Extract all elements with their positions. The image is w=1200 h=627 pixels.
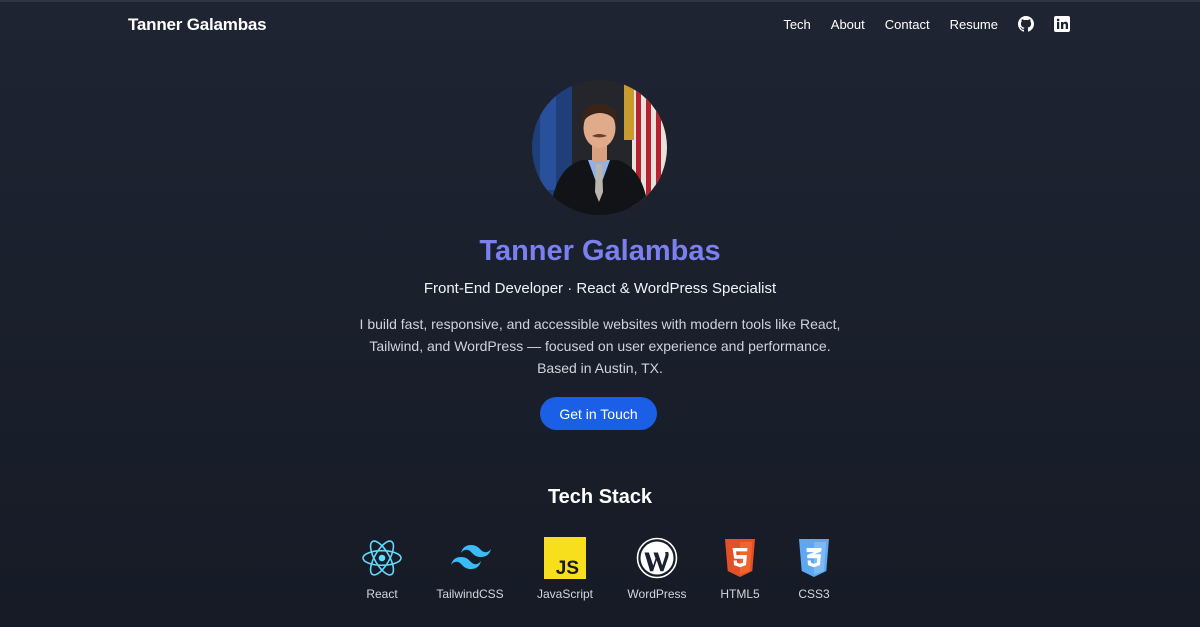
hero-tagline: Front-End Developer · React & WordPress … <box>423 280 777 297</box>
css3-icon <box>793 537 835 579</box>
nav-links: Tech About Contact Resume <box>783 16 1070 32</box>
nav-link-tech[interactable]: Tech <box>783 17 810 32</box>
tech-label: TailwindCSS <box>436 587 504 601</box>
get-in-touch-button[interactable]: Get in Touch <box>540 397 657 430</box>
html5-icon <box>719 537 761 579</box>
hero-name: Tanner Galambas <box>479 235 721 267</box>
top-navbar: Tanner Galambas Tech About Contact Resum… <box>0 0 1200 52</box>
react-icon <box>361 537 403 579</box>
tech-item-tailwindcss: TailwindCSS <box>425 537 515 601</box>
nav-link-contact[interactable]: Contact <box>885 17 930 32</box>
tech-label: HTML5 <box>720 587 760 601</box>
tech-label: JavaScript <box>536 587 594 601</box>
tech-item-wordpress: WordPress <box>612 537 702 601</box>
tech-item-react: React <box>337 537 427 601</box>
github-icon[interactable] <box>1018 16 1034 32</box>
tech-label: React <box>366 587 398 601</box>
nav-link-resume[interactable]: Resume <box>950 17 998 32</box>
tech-label: CSS3 <box>798 587 830 601</box>
wordpress-icon <box>636 537 678 579</box>
tailwind-icon <box>449 537 491 579</box>
tech-stack-list: React TailwindCSS JS JavaScript WordPres… <box>0 537 1200 607</box>
site-brand[interactable]: Tanner Galambas <box>128 15 267 35</box>
hero-description: I build fast, responsive, and accessible… <box>359 316 841 376</box>
tech-stack-heading: Tech Stack <box>547 486 653 508</box>
linkedin-icon[interactable] <box>1054 16 1070 32</box>
tech-label: WordPress <box>627 587 687 601</box>
nav-link-about[interactable]: About <box>831 17 865 32</box>
svg-text:JS: JS <box>556 558 579 579</box>
javascript-icon: JS <box>544 537 586 579</box>
tech-item-css3: CSS3 <box>769 537 859 601</box>
profile-photo <box>532 80 667 215</box>
tech-item-javascript: JS JavaScript <box>520 537 610 601</box>
